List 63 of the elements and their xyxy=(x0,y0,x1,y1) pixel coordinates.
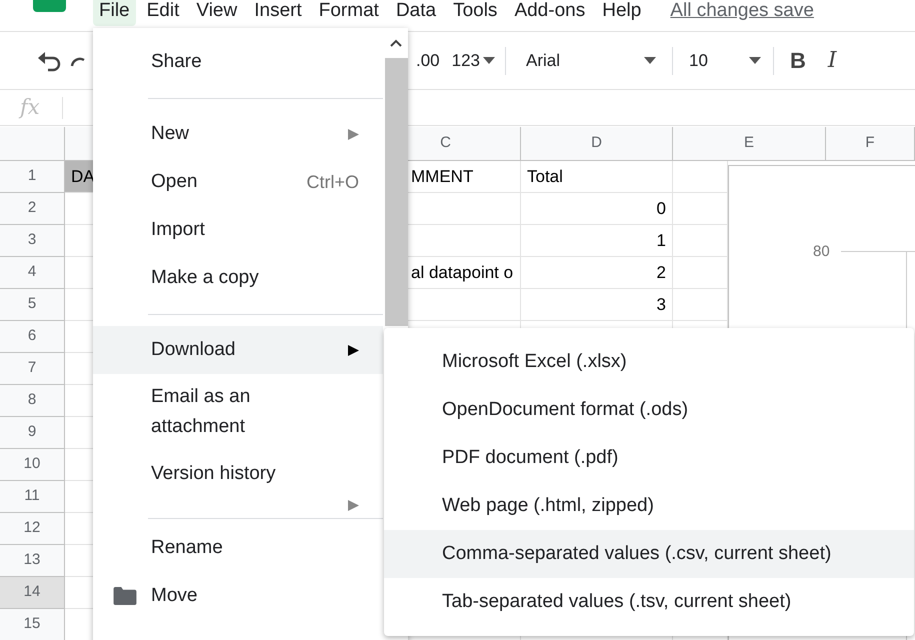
menu-item[interactable]: Tab-separated values (.tsv, current sheet) xyxy=(384,578,914,626)
table-cell[interactable]: 2 xyxy=(521,257,673,289)
table-cell[interactable]: 0 xyxy=(521,193,673,225)
row-header[interactable]: 7 xyxy=(0,353,65,385)
row-header[interactable]: 3 xyxy=(0,225,65,257)
italic-button[interactable]: I xyxy=(828,44,837,77)
menu-item[interactable]: OpenDocument format (.ods) xyxy=(384,386,914,434)
menu-item[interactable]: Data xyxy=(390,0,442,26)
menu-item[interactable]: Version history xyxy=(93,450,383,498)
row-header[interactable]: 12 xyxy=(0,513,65,545)
table-cell[interactable]: Total xyxy=(521,161,673,193)
menu-item[interactable]: Rename xyxy=(93,524,383,572)
axis-label: 80 xyxy=(813,242,830,262)
menu-item[interactable]: Add-ons xyxy=(508,0,592,26)
menu-item[interactable]: Insert xyxy=(248,0,308,26)
number-format-button[interactable]: 123 xyxy=(452,48,480,74)
row-header[interactable]: 4 xyxy=(0,257,65,289)
increase-decimal-button[interactable]: .00 xyxy=(416,48,440,74)
row-header[interactable]: 10 xyxy=(0,449,65,481)
font-size-dropdown[interactable]: 10 xyxy=(689,48,750,74)
row-header[interactable]: 8 xyxy=(0,385,65,417)
row-header[interactable]: 14 xyxy=(0,577,65,609)
function-label: fx xyxy=(20,94,40,121)
menu-item[interactable]: Help xyxy=(596,0,648,26)
menu-item[interactable]: Microsoft Excel (.xlsx) xyxy=(384,338,914,386)
menu-item[interactable]: Edit xyxy=(140,0,186,26)
menu-item[interactable]: Import xyxy=(93,206,383,254)
undo-icon[interactable] xyxy=(36,50,62,72)
row-header[interactable]: 13 xyxy=(0,545,65,577)
scroll-up-icon[interactable] xyxy=(390,38,402,48)
corner-cell[interactable] xyxy=(0,127,65,161)
scrollbar-thumb[interactable] xyxy=(385,58,408,326)
row-header[interactable]: 15 xyxy=(0,609,65,640)
row-header[interactable]: 11 xyxy=(0,481,65,513)
row-header[interactable]: 1 xyxy=(0,161,65,193)
folder-icon xyxy=(113,586,137,606)
menu-item[interactable]: Format xyxy=(312,0,385,26)
menu-item[interactable]: Move xyxy=(93,572,383,620)
bold-button[interactable]: B xyxy=(790,44,806,77)
menu-item[interactable]: Comma-separated values (.csv, current sheet) xyxy=(384,530,914,578)
menu-item[interactable]: Email as an attachment xyxy=(93,374,383,450)
menu-item[interactable]: View xyxy=(190,0,244,26)
row-header[interactable]: 6 xyxy=(0,321,65,353)
save-status-link[interactable]: All changes save xyxy=(670,0,814,22)
menu-item[interactable]: Web page (.html, zipped) xyxy=(384,482,914,530)
table-cell[interactable]: 3 xyxy=(521,289,673,321)
menu-item[interactable]: Share xyxy=(93,38,383,86)
row-header[interactable]: 5 xyxy=(0,289,65,321)
app-logo[interactable] xyxy=(33,0,66,12)
menu-item[interactable]: File xyxy=(93,0,136,26)
caret-icon[interactable] xyxy=(483,57,496,64)
row-header[interactable]: 9 xyxy=(0,417,65,449)
caret-icon[interactable] xyxy=(644,57,656,64)
menu-item[interactable]: Tools xyxy=(447,0,504,26)
table-cell[interactable]: 1 xyxy=(521,225,673,257)
caret-icon[interactable] xyxy=(749,57,762,64)
column-header[interactable]: F xyxy=(826,127,915,161)
font-dropdown[interactable]: Arial xyxy=(526,48,644,74)
menu-item[interactable]: PDF document (.pdf) xyxy=(384,434,914,482)
row-header[interactable]: 2 xyxy=(0,193,65,225)
menu-item[interactable]: Download xyxy=(93,326,383,374)
column-header[interactable]: D xyxy=(521,127,673,161)
column-header[interactable]: E xyxy=(673,127,826,161)
